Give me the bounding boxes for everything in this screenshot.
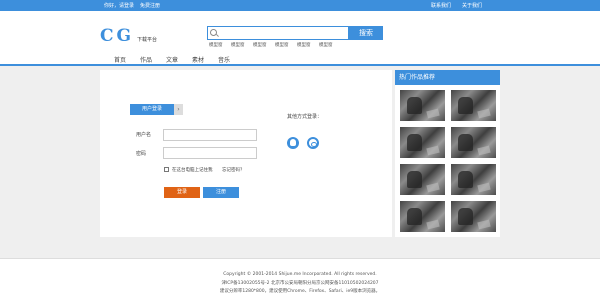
sidebar-title: 热门作品推荐 [395,70,500,85]
work-thumbnail[interactable] [399,200,446,233]
forgot-password-link[interactable]: 忘记密码？ [222,167,245,173]
chevron-right-icon[interactable]: › [174,104,183,115]
header: CG 下载平台 搜索 模型窗 模型窗 模型窗 模型窗 模型窗 模型窗 首页 作品… [0,11,600,66]
work-thumbnail[interactable] [399,89,446,122]
top-bar: 你好，请登录 免费注册 联系我们 关于我们 [0,0,600,11]
footer-browser-tip: 建议分辨率1280*800，建议使用Chrome、Firefox、Safari、… [219,289,381,294]
remember-me-checkbox[interactable] [164,167,169,172]
register-link[interactable]: 免费注册 [140,2,160,9]
other-login-label: 其他方式登录： [287,114,323,120]
login-panel: 用户登录 › 用户名 密码 在这台电脑上记住我 忘记密码？ 登录 注册 其他方式… [100,70,392,237]
work-thumbnail[interactable] [450,163,497,196]
nav-item-music[interactable]: 音乐 [218,55,230,64]
weibo-icon[interactable] [307,137,319,149]
footer-icp: 津ICP备13002055号-2 北京市公安局朝阳分局京公网安备11010502… [221,281,379,286]
hot-tag[interactable]: 模型窗 [209,42,223,48]
login-greeting-link[interactable]: 你好，请登录 [104,2,134,9]
hot-tag[interactable]: 模型窗 [253,42,267,48]
login-button[interactable]: 登录 [164,187,200,198]
qq-icon[interactable] [287,137,299,149]
search-input[interactable] [207,26,349,40]
work-thumbnail[interactable] [450,89,497,122]
hot-tag[interactable]: 模型窗 [319,42,333,48]
username-label: 用户名 [136,132,152,138]
nav-item-home[interactable]: 首页 [114,55,126,64]
work-thumbnail[interactable] [399,163,446,196]
hot-works-sidebar: 热门作品推荐 [395,70,500,237]
footer: Copyright © 2001-2014 Shijue.me Incorpor… [0,258,600,300]
work-thumbnail[interactable] [450,200,497,233]
logo-subtitle: 下载平台 [137,37,158,43]
username-field[interactable] [163,129,257,141]
contact-link[interactable]: 联系我们 [431,2,451,9]
work-thumbnail[interactable] [399,126,446,159]
nav-item-materials[interactable]: 素材 [192,55,204,64]
search-icon [210,29,217,36]
nav-item-articles[interactable]: 文章 [166,55,178,64]
site-logo[interactable]: CG [100,26,134,46]
footer-copyright: Copyright © 2001-2014 Shijue.me Incorpor… [223,272,377,277]
search-button[interactable]: 搜索 [349,26,383,40]
hot-tag[interactable]: 模型窗 [231,42,245,48]
password-field[interactable] [163,147,257,159]
about-link[interactable]: 关于我们 [462,2,482,9]
tab-user-login[interactable]: 用户登录 [130,104,174,115]
hot-tag[interactable]: 模型窗 [275,42,289,48]
password-label: 密码 [136,151,147,157]
nav-item-works[interactable]: 作品 [140,55,152,64]
remember-me-label: 在这台电脑上记住我 [172,168,213,173]
hot-tag[interactable]: 模型窗 [297,42,311,48]
work-thumbnail[interactable] [450,126,497,159]
register-button[interactable]: 注册 [203,187,239,198]
